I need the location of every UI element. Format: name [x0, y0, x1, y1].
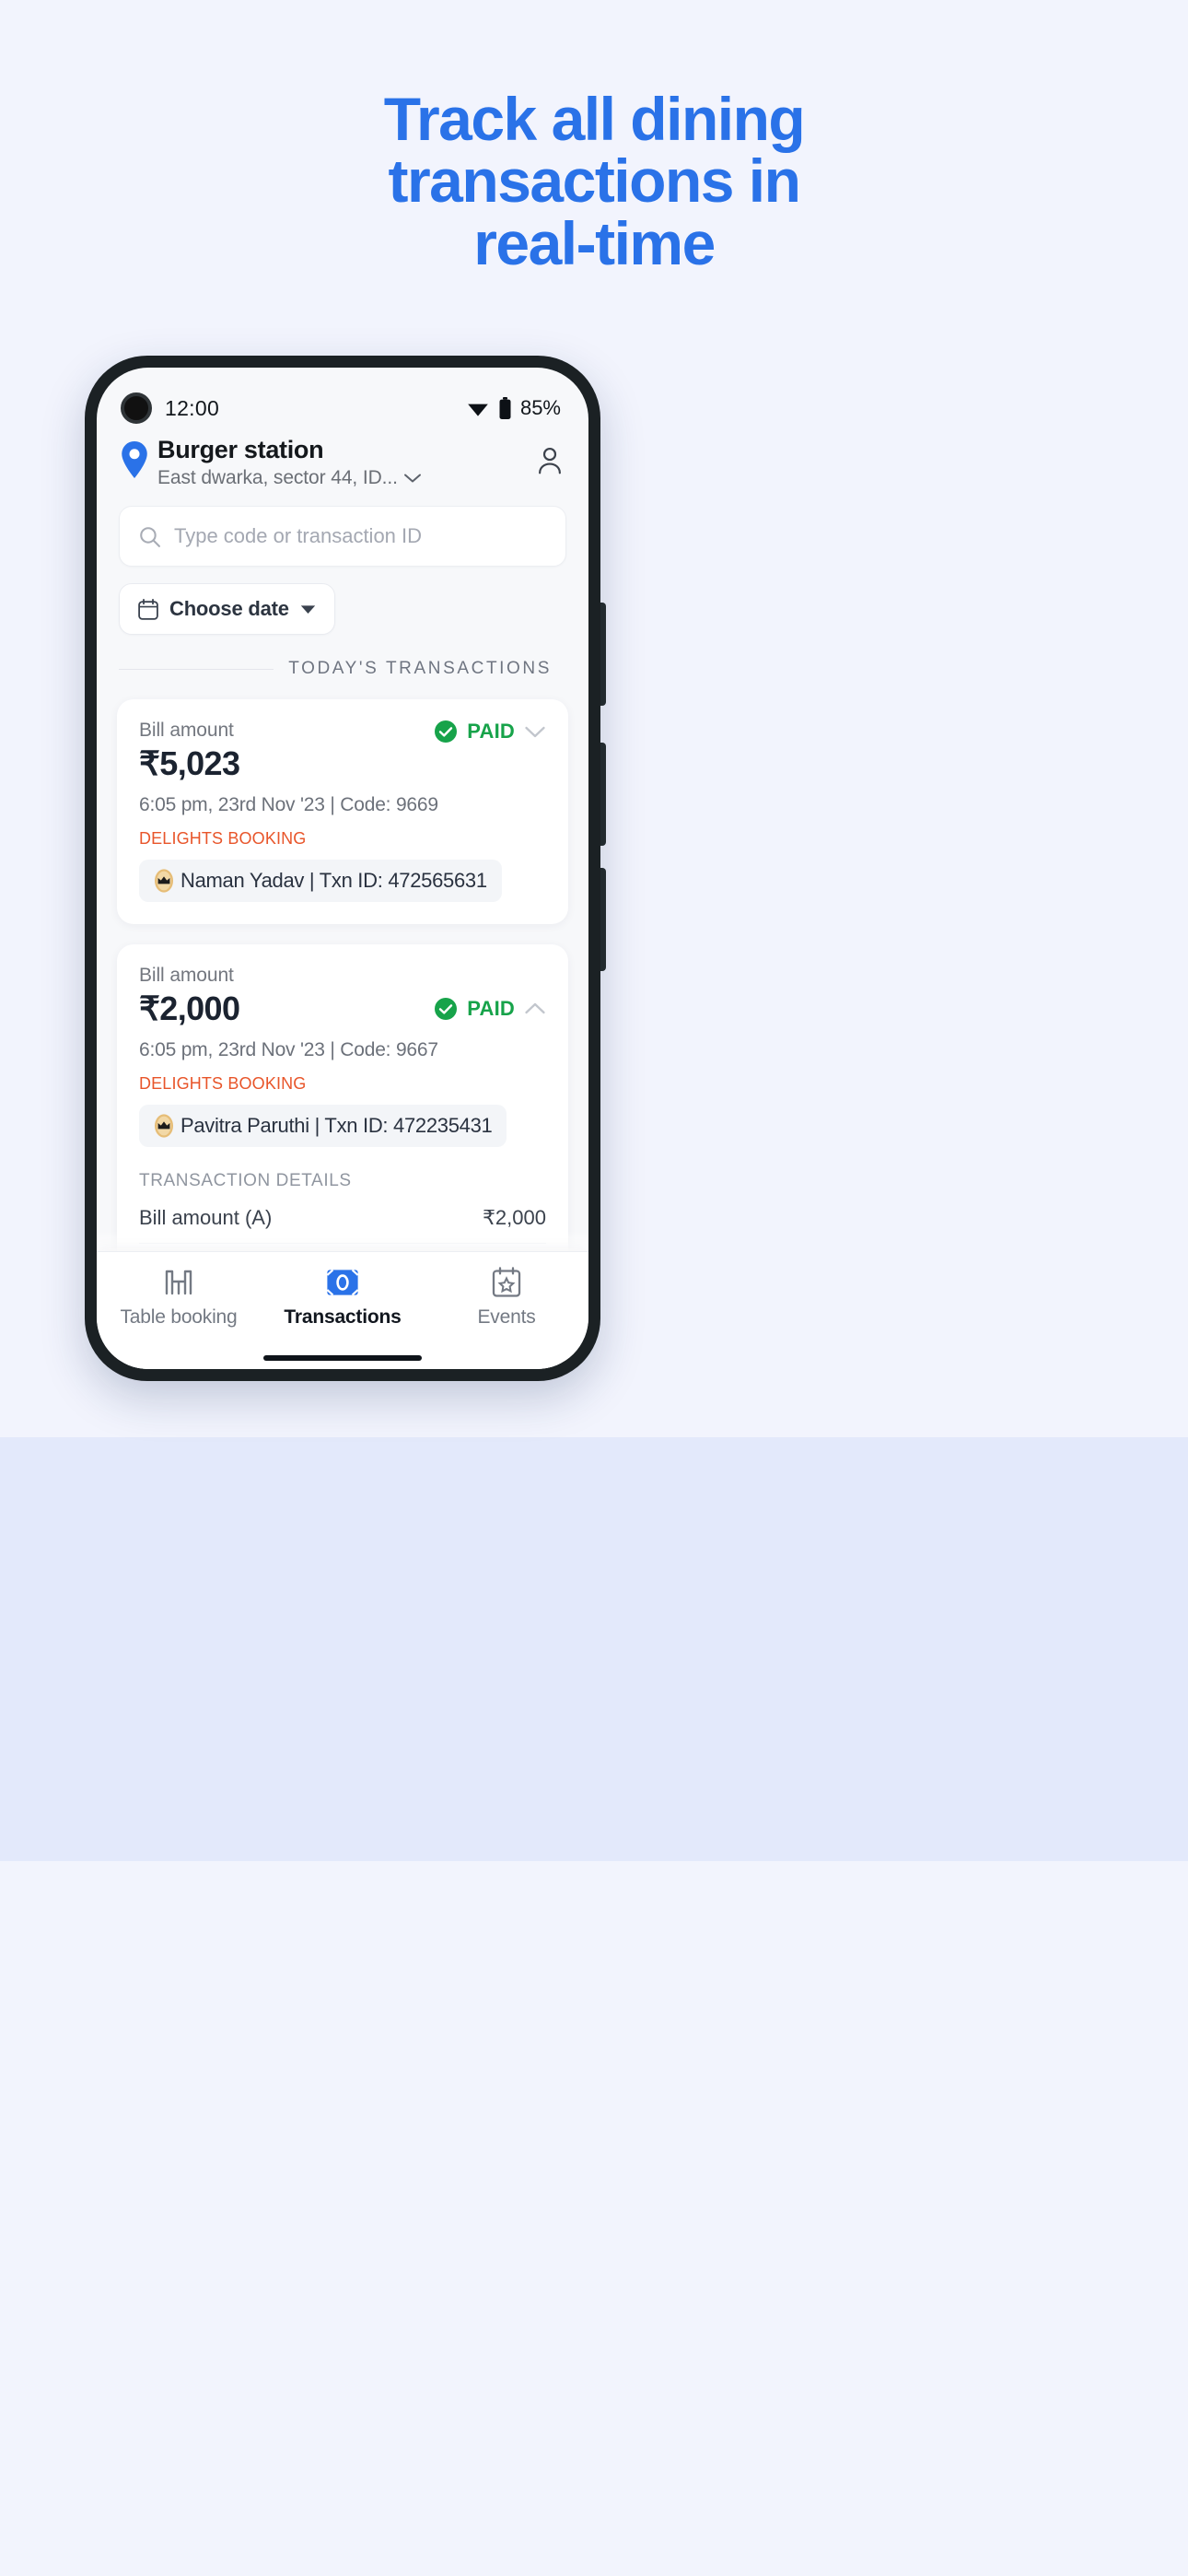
section-title: TODAY'S TRANSACTIONS	[288, 659, 552, 678]
calendar-icon	[138, 598, 158, 620]
headline-line-2: transactions in	[388, 146, 801, 216]
choose-date-label: Choose date	[169, 597, 289, 620]
customer-chip: Naman Yadav | Txn ID: 472565631	[139, 860, 502, 902]
status-bar: 12:00 85%	[97, 368, 588, 425]
check-circle-icon	[435, 720, 458, 743]
front-camera-punchhole	[121, 392, 152, 424]
customer-chip-text: Naman Yadav | Txn ID: 472565631	[181, 869, 487, 892]
divider-line-left	[119, 668, 274, 670]
table-chairs-icon	[161, 1267, 196, 1298]
choose-date-button[interactable]: Choose date	[119, 583, 335, 635]
crown-badge-icon	[155, 869, 173, 893]
detail-value: ₹2,000	[482, 1206, 546, 1229]
transaction-card[interactable]: Bill amount ₹5,023 PAID 6:05 pm, 23rd No…	[117, 699, 568, 924]
bill-amount-value: ₹5,023	[139, 744, 240, 782]
phone-side-button	[600, 603, 606, 706]
headline-line-1: Track all dining	[383, 85, 806, 153]
battery-icon	[499, 397, 511, 419]
status-text: PAID	[467, 996, 515, 1020]
chevron-down-icon[interactable]	[524, 725, 546, 739]
nav-label: Transactions	[284, 1306, 402, 1328]
location-pin-icon	[122, 441, 147, 478]
booking-tag: DELIGHTS BOOKING	[139, 1074, 307, 1093]
customer-chip-text: Pavitra Paruthi | Txn ID: 472235431	[181, 1114, 493, 1137]
status-text: PAID	[467, 720, 515, 743]
bill-amount-label: Bill amount	[139, 720, 234, 741]
store-name: Burger station	[157, 436, 324, 463]
transaction-meta: 6:05 pm, 23rd Nov '23 | Code: 9667	[139, 1039, 438, 1060]
chevron-up-icon[interactable]	[524, 1001, 546, 1015]
check-circle-icon	[435, 997, 458, 1020]
status-badge: PAID	[434, 997, 546, 1021]
calendar-star-icon	[492, 1267, 521, 1298]
banknote-icon	[326, 1267, 359, 1298]
search-input[interactable]	[174, 524, 547, 548]
battery-percent: 85%	[519, 396, 561, 419]
background-band	[0, 1437, 1188, 1861]
caret-down-icon	[300, 604, 316, 614]
search-icon	[140, 526, 160, 547]
phone-side-button	[600, 743, 606, 846]
promo-screenshot: Track all dining transactions in real-ti…	[0, 0, 1188, 2576]
crown-badge-icon	[155, 1114, 173, 1138]
phone-screen: 12:00 85% Burger station East dwarka, se…	[97, 368, 588, 1369]
store-address: East dwarka, sector 44, ID...	[157, 467, 398, 488]
chevron-down-icon[interactable]	[403, 473, 422, 484]
nav-label: Events	[477, 1306, 536, 1328]
promo-headline: Track all dining transactions in real-ti…	[0, 88, 1188, 275]
status-badge: PAID	[434, 720, 546, 744]
scroll-fade	[97, 1231, 588, 1251]
nav-item-table-booking[interactable]: Table booking	[98, 1267, 260, 1329]
headline-line-3: real-time	[473, 208, 716, 277]
booking-tag: DELIGHTS BOOKING	[139, 829, 307, 848]
phone-mockup: 12:00 85% Burger station East dwarka, se…	[85, 356, 606, 1381]
customer-chip: Pavitra Paruthi | Txn ID: 472235431	[139, 1105, 507, 1147]
nav-label: Table booking	[120, 1306, 238, 1328]
transaction-details-title: TRANSACTION DETAILS	[139, 1171, 352, 1190]
phone-side-button	[600, 868, 606, 971]
section-divider: TODAY'S TRANSACTIONS	[119, 659, 566, 679]
bill-amount-label: Bill amount	[139, 965, 234, 986]
app-header: Burger station East dwarka, sector 44, I…	[97, 425, 588, 489]
wifi-icon	[468, 404, 488, 416]
transaction-meta: 6:05 pm, 23rd Nov '23 | Code: 9669	[139, 794, 438, 815]
bill-amount-value: ₹2,000	[139, 989, 240, 1027]
store-address-row[interactable]: East dwarka, sector 44, ID...	[157, 467, 537, 489]
search-bar[interactable]	[119, 506, 566, 567]
bottom-nav: Table booking Transactions Events	[97, 1251, 588, 1369]
home-indicator	[263, 1355, 422, 1361]
nav-item-events[interactable]: Events	[425, 1267, 588, 1329]
person-icon[interactable]	[537, 447, 563, 474]
nav-item-transactions[interactable]: Transactions	[262, 1267, 424, 1329]
detail-label: Bill amount (A)	[139, 1206, 273, 1229]
status-time: 12:00	[165, 395, 220, 420]
